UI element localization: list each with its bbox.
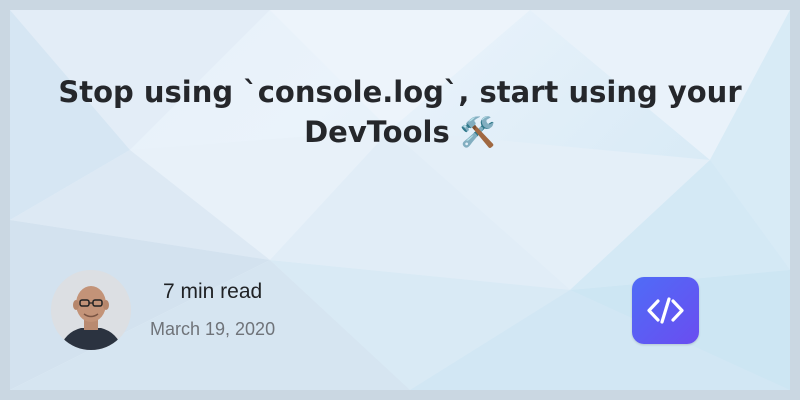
post-title-text: Stop using `console.log`, start using yo…: [58, 75, 742, 149]
frame: Stop using `console.log`, start using yo…: [0, 0, 800, 400]
publish-date: March 19, 2020: [150, 319, 276, 339]
author-avatar: [51, 270, 131, 350]
cover-card: Stop using `console.log`, start using yo…: [10, 10, 790, 390]
post-title: Stop using `console.log`, start using yo…: [50, 72, 750, 152]
code-brackets-icon: [632, 277, 699, 344]
hammer-wrench-icon: 🛠️: [459, 115, 496, 149]
author-avatar-image: [51, 270, 131, 350]
read-time: 7 min read: [163, 280, 263, 303]
code-brackets-glyph: [647, 297, 684, 324]
